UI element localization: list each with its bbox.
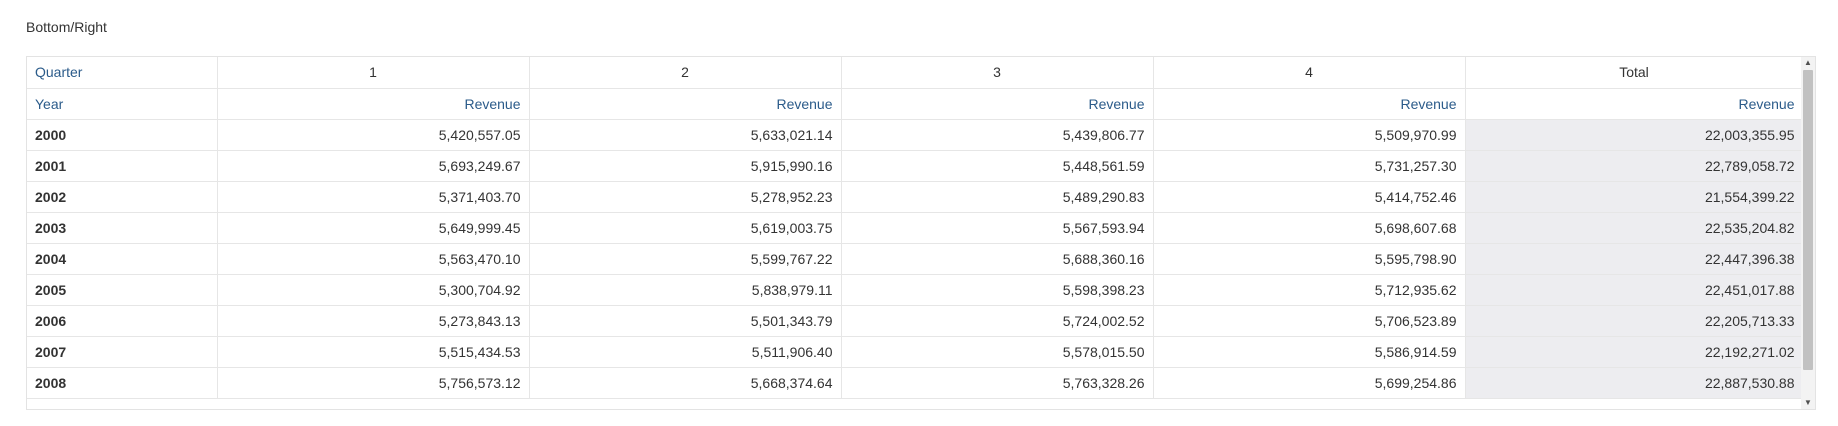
revenue-cell[interactable]: 5,712,935.62 [1153, 274, 1466, 306]
measure-header[interactable]: Revenue [841, 88, 1154, 120]
vertical-scrollbar[interactable]: ▲ ▼ [1801, 57, 1815, 409]
measure-header-row: Year Revenue Revenue Revenue Revenue Rev… [27, 88, 1804, 120]
total-cell[interactable]: 22,535,204.82 [1465, 212, 1804, 244]
revenue-cell[interactable]: 5,724,002.52 [841, 305, 1154, 337]
year-row-header[interactable]: 2003 [27, 212, 218, 244]
pivot-body: 2000 5,420,557.05 5,633,021.14 5,439,806.77… [27, 119, 1804, 399]
table-row: 2002 5,371,403.70 5,278,952.23 5,489,290.83… [27, 181, 1804, 213]
table-row: 2008 5,756,573.12 5,668,374.64 5,763,328.26… [27, 367, 1804, 399]
year-row-header[interactable]: 2000 [27, 119, 218, 151]
quarter-header[interactable]: 2 [529, 57, 842, 89]
table-row: 2007 5,515,434.53 5,511,906.40 5,578,015.50… [27, 336, 1804, 368]
revenue-cell[interactable]: 5,838,979.11 [529, 274, 842, 306]
scroll-down-icon[interactable]: ▼ [1801, 397, 1815, 409]
table-row: 2003 5,649,999.45 5,619,003.75 5,567,593.94… [27, 212, 1804, 244]
total-cell[interactable]: 22,447,396.38 [1465, 243, 1804, 275]
revenue-cell[interactable]: 5,300,704.92 [217, 274, 530, 306]
year-row-header[interactable]: 2008 [27, 367, 218, 399]
revenue-cell[interactable]: 5,598,398.23 [841, 274, 1154, 306]
measure-header[interactable]: Revenue [217, 88, 530, 120]
quarter-dim-label[interactable]: Quarter [27, 57, 218, 89]
revenue-cell[interactable]: 5,595,798.90 [1153, 243, 1466, 275]
revenue-cell[interactable]: 5,515,434.53 [217, 336, 530, 368]
revenue-cell[interactable]: 5,693,249.67 [217, 150, 530, 182]
revenue-cell[interactable]: 5,688,360.16 [841, 243, 1154, 275]
measure-header[interactable]: Revenue [1153, 88, 1466, 120]
pivot-title: Bottom/Right [26, 19, 107, 35]
total-cell[interactable]: 22,887,530.88 [1465, 367, 1804, 399]
revenue-cell[interactable]: 5,756,573.12 [217, 367, 530, 399]
table-row: 2005 5,300,704.92 5,838,979.11 5,598,398.23… [27, 274, 1804, 306]
revenue-cell[interactable]: 5,567,593.94 [841, 212, 1154, 244]
pivot-table: Quarter 1 2 3 4 Total Year Revenue Reven… [26, 56, 1816, 410]
revenue-cell[interactable]: 5,414,752.46 [1153, 181, 1466, 213]
year-row-header[interactable]: 2005 [27, 274, 218, 306]
table-row: 2006 5,273,843.13 5,501,343.79 5,724,002.52… [27, 305, 1804, 337]
revenue-cell[interactable]: 5,501,343.79 [529, 305, 842, 337]
year-row-header[interactable]: 2006 [27, 305, 218, 337]
quarter-header[interactable]: 1 [217, 57, 530, 89]
revenue-cell[interactable]: 5,649,999.45 [217, 212, 530, 244]
revenue-cell[interactable]: 5,420,557.05 [217, 119, 530, 151]
table-row: 2001 5,693,249.67 5,915,990.16 5,448,561.59… [27, 150, 1804, 182]
year-row-header[interactable]: 2001 [27, 150, 218, 182]
revenue-cell[interactable]: 5,731,257.30 [1153, 150, 1466, 182]
year-row-header[interactable]: 2002 [27, 181, 218, 213]
quarter-header-row: Quarter 1 2 3 4 Total [27, 57, 1804, 89]
year-dim-label[interactable]: Year [27, 88, 218, 120]
revenue-cell[interactable]: 5,489,290.83 [841, 181, 1154, 213]
revenue-cell[interactable]: 5,563,470.10 [217, 243, 530, 275]
quarter-header[interactable]: 3 [841, 57, 1154, 89]
scroll-thumb[interactable] [1803, 70, 1813, 370]
revenue-cell[interactable]: 5,509,970.99 [1153, 119, 1466, 151]
scroll-up-icon[interactable]: ▲ [1801, 57, 1815, 69]
year-row-header[interactable]: 2004 [27, 243, 218, 275]
total-header[interactable]: Total [1465, 57, 1804, 89]
revenue-cell[interactable]: 5,273,843.13 [217, 305, 530, 337]
total-cell[interactable]: 22,192,271.02 [1465, 336, 1804, 368]
quarter-header[interactable]: 4 [1153, 57, 1466, 89]
revenue-cell[interactable]: 5,371,403.70 [217, 181, 530, 213]
revenue-cell[interactable]: 5,763,328.26 [841, 367, 1154, 399]
measure-header[interactable]: Revenue [529, 88, 842, 120]
revenue-cell[interactable]: 5,586,914.59 [1153, 336, 1466, 368]
revenue-cell[interactable]: 5,915,990.16 [529, 150, 842, 182]
total-cell[interactable]: 22,789,058.72 [1465, 150, 1804, 182]
total-cell[interactable]: 21,554,399.22 [1465, 181, 1804, 213]
revenue-cell[interactable]: 5,599,767.22 [529, 243, 842, 275]
table-row: 2000 5,420,557.05 5,633,021.14 5,439,806.77… [27, 119, 1804, 151]
revenue-cell[interactable]: 5,511,906.40 [529, 336, 842, 368]
total-cell[interactable]: 22,003,355.95 [1465, 119, 1804, 151]
revenue-cell[interactable]: 5,633,021.14 [529, 119, 842, 151]
table-row: 2004 5,563,470.10 5,599,767.22 5,688,360.16… [27, 243, 1804, 275]
revenue-cell[interactable]: 5,448,561.59 [841, 150, 1154, 182]
total-cell[interactable]: 22,451,017.88 [1465, 274, 1804, 306]
revenue-cell[interactable]: 5,439,806.77 [841, 119, 1154, 151]
revenue-cell[interactable]: 5,706,523.89 [1153, 305, 1466, 337]
revenue-cell[interactable]: 5,278,952.23 [529, 181, 842, 213]
revenue-cell[interactable]: 5,578,015.50 [841, 336, 1154, 368]
revenue-cell[interactable]: 5,698,607.68 [1153, 212, 1466, 244]
revenue-cell[interactable]: 5,668,374.64 [529, 367, 842, 399]
pivot-grid: Quarter 1 2 3 4 Total Year Revenue Reven… [27, 57, 1804, 399]
revenue-cell[interactable]: 5,619,003.75 [529, 212, 842, 244]
year-row-header[interactable]: 2007 [27, 336, 218, 368]
measure-header[interactable]: Revenue [1465, 88, 1804, 120]
total-cell[interactable]: 22,205,713.33 [1465, 305, 1804, 337]
revenue-cell[interactable]: 5,699,254.86 [1153, 367, 1466, 399]
